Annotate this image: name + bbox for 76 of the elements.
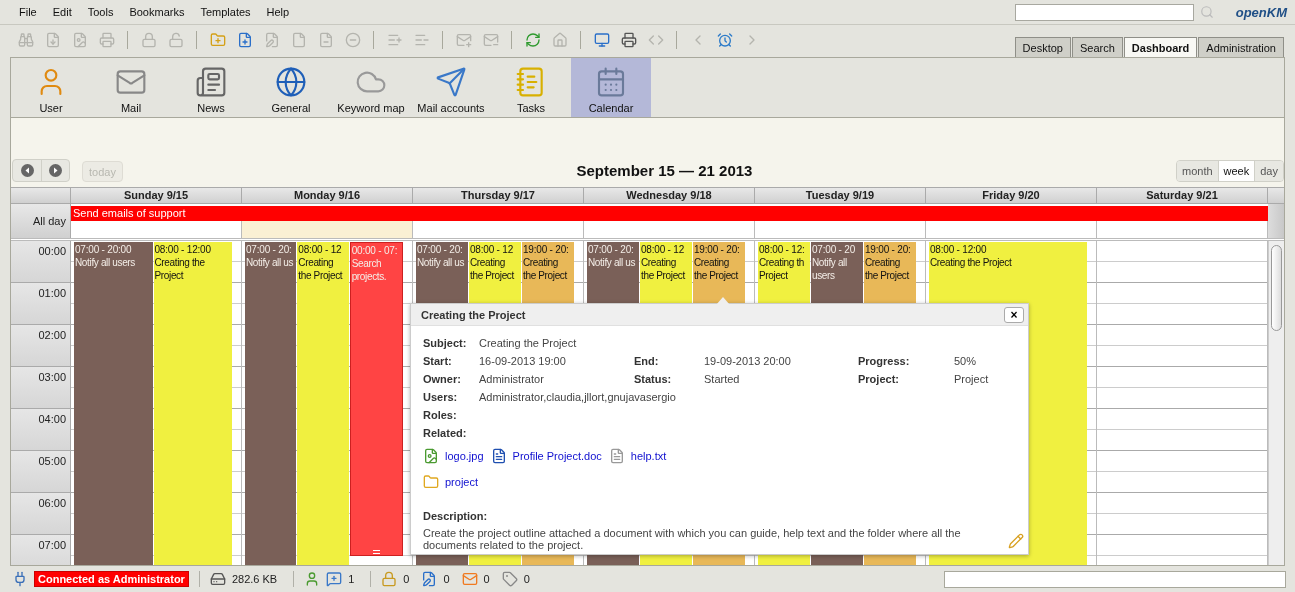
event-time: 08:00 - 12: bbox=[759, 243, 805, 256]
event-title: Creating the Project bbox=[298, 256, 344, 282]
event-title: Creating the Project bbox=[930, 256, 1012, 269]
hour-label: 03:00 bbox=[38, 371, 66, 383]
event-title: Notify all users bbox=[75, 256, 135, 269]
hour-label: 04:00 bbox=[38, 413, 66, 425]
event-title: Creating the Project bbox=[470, 256, 515, 282]
counter: 1 bbox=[348, 573, 355, 585]
event-time: 08:00 - 12 bbox=[298, 243, 342, 256]
event-time: 07:00 - 20:00 bbox=[75, 243, 132, 256]
event-title: Creating th Project bbox=[759, 256, 806, 282]
hour-label: 01:00 bbox=[38, 287, 66, 299]
event-time: 00:00 - 07: bbox=[351, 244, 398, 257]
day-header: Monday 9/16 bbox=[242, 188, 413, 203]
field-label: Owner: bbox=[423, 373, 462, 385]
event-title: Creating the Project bbox=[154, 256, 206, 282]
field-label: Progress: bbox=[858, 355, 911, 367]
field-label: Subject: bbox=[423, 337, 468, 349]
field-label: Status: bbox=[634, 373, 673, 385]
event-title: Creating the Project bbox=[641, 256, 686, 282]
field-label: Roles: bbox=[423, 409, 458, 421]
event-time: 08:00 - 12:00 bbox=[154, 243, 211, 256]
event-title: Search projects. bbox=[351, 257, 388, 283]
event-time: 07:00 - 20: bbox=[417, 243, 463, 256]
storage-size: 282.6 KB bbox=[231, 573, 278, 585]
event-time: 19:00 - 20: bbox=[694, 243, 740, 256]
popup-title: Creating the Project bbox=[421, 308, 527, 321]
connection-status: Connected as Administrator bbox=[34, 571, 189, 587]
field-value: Administrator bbox=[479, 373, 545, 385]
event-title: Notify all us bbox=[417, 256, 465, 269]
field-value: 19-09-2013 20:00 bbox=[704, 355, 792, 367]
day-header: Thursday 9/17 bbox=[413, 188, 584, 203]
field-label: Project: bbox=[858, 373, 900, 385]
field-value: Project bbox=[954, 373, 990, 385]
event-time: 08:00 - 12 bbox=[641, 243, 685, 256]
counter: 0 bbox=[443, 573, 450, 585]
all-day-label: All day bbox=[11, 204, 71, 238]
event-time: 07:00 - 20: bbox=[246, 243, 292, 256]
field-value: 16-09-2013 19:00 bbox=[479, 355, 567, 367]
event-time: 19:00 - 20: bbox=[865, 243, 911, 256]
day-header: Tuesday 9/19 bbox=[755, 188, 926, 203]
field-value: Administrator,claudia,jllort,gnujavasergio bbox=[479, 391, 677, 403]
event-title: Notify all us bbox=[246, 256, 294, 269]
event-time: 07:00 - 20 bbox=[812, 243, 856, 256]
logo: openKM bbox=[1235, 4, 1287, 20]
field-value: 50% bbox=[954, 355, 978, 367]
field-label: Description: bbox=[423, 510, 489, 522]
event-title: Notify all users bbox=[812, 256, 848, 282]
counter: 0 bbox=[403, 573, 410, 585]
field-value: Creating the Project bbox=[479, 337, 578, 349]
field-value: Started bbox=[704, 373, 741, 385]
field-label: Users: bbox=[423, 391, 459, 403]
field-label: End: bbox=[634, 355, 660, 367]
event-time: 08:00 - 12:00 bbox=[930, 243, 987, 256]
event-time: 08:00 - 12 bbox=[470, 243, 514, 256]
field-label: Start: bbox=[423, 355, 453, 367]
event-title: Creating the Project bbox=[694, 256, 739, 282]
event-title: Notify all us bbox=[588, 256, 636, 269]
hour-label: 07:00 bbox=[38, 539, 66, 551]
calendar-title: September 15 — 21 2013 bbox=[575, 162, 754, 181]
event-title: Creating the Project bbox=[523, 256, 568, 282]
counter: 0 bbox=[523, 573, 530, 585]
day-header: Wednesday 9/18 bbox=[584, 188, 755, 203]
day-header: Sunday 9/15 bbox=[71, 188, 242, 203]
hour-label: 02:00 bbox=[38, 329, 66, 341]
hour-label: 05:00 bbox=[38, 455, 66, 467]
event-time: 07:00 - 20: bbox=[588, 243, 634, 256]
day-header: Saturday 9/21 bbox=[1097, 188, 1268, 203]
event-time: 19:00 - 20: bbox=[523, 243, 569, 256]
field-label: Related: bbox=[423, 427, 468, 439]
description-text: Create the project outline attached a document with which you can guide, help text and the folder where all the documents related to the project. bbox=[423, 527, 962, 551]
hour-label: 06:00 bbox=[38, 497, 66, 509]
counter: 0 bbox=[483, 573, 490, 585]
hour-label: 00:00 bbox=[38, 245, 66, 257]
day-header: Friday 9/20 bbox=[926, 188, 1097, 203]
event-title: Creating the Project bbox=[865, 256, 910, 282]
